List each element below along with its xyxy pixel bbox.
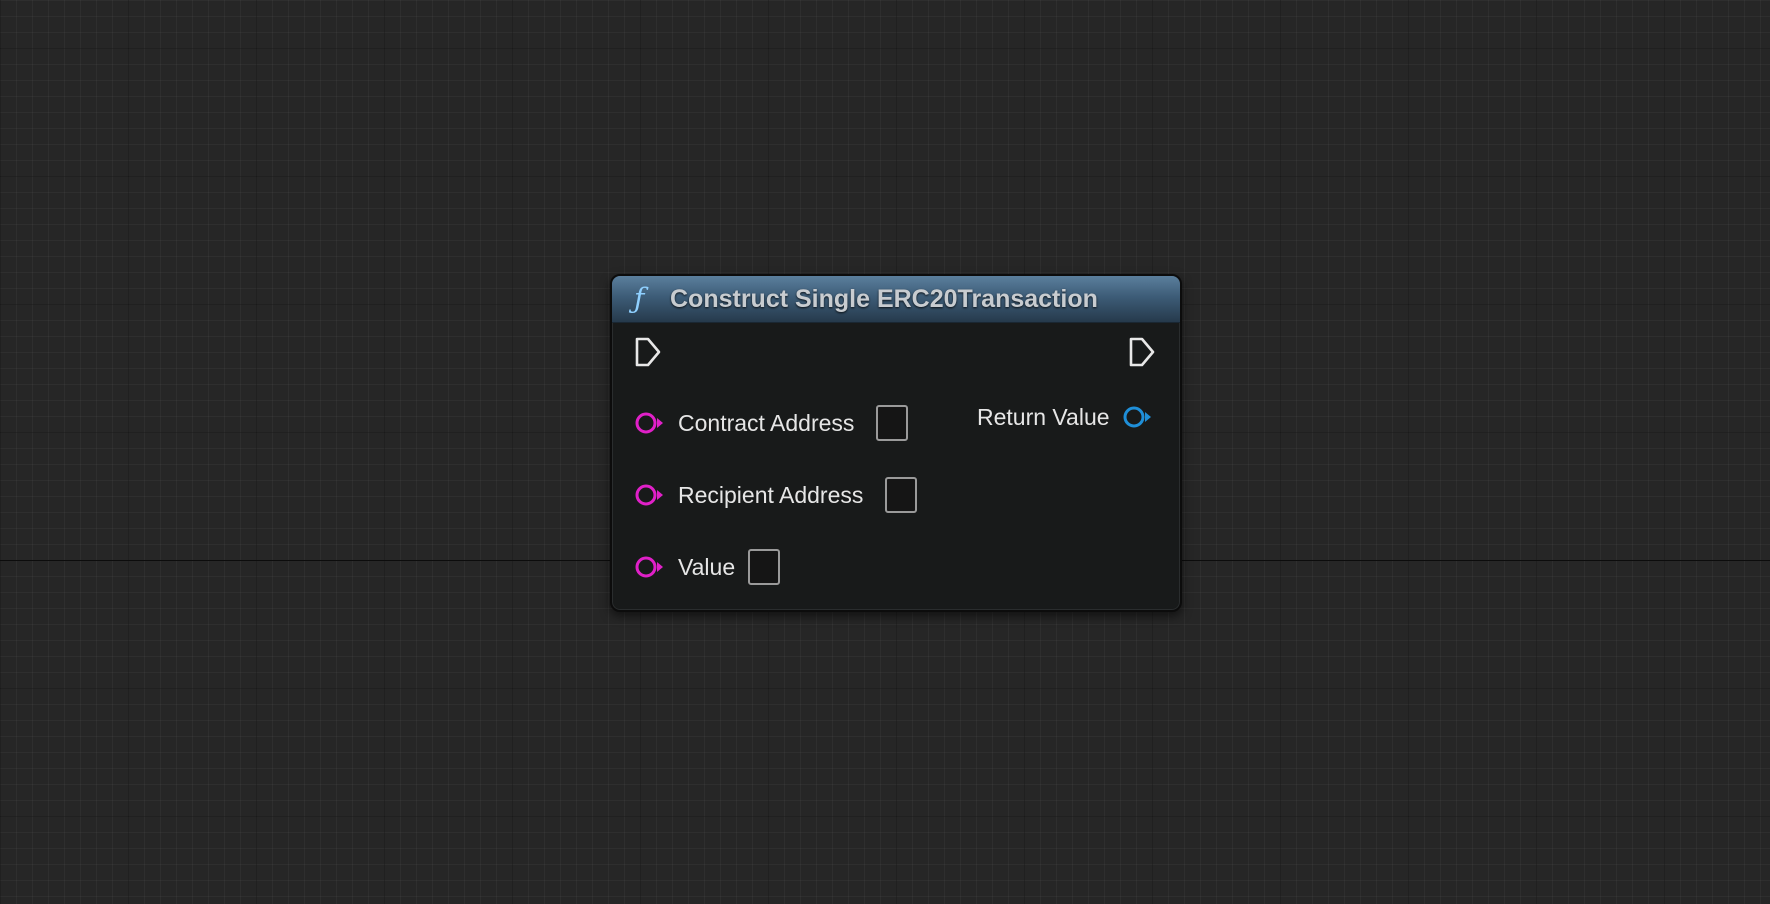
construct-erc20-transaction-node[interactable]: ƒ Construct Single ERC20Transaction Cont… xyxy=(610,274,1182,612)
node-title: Construct Single ERC20Transaction xyxy=(670,285,1098,313)
recipient-address-input[interactable] xyxy=(885,477,917,513)
contract-address-input[interactable] xyxy=(876,405,908,441)
value-input[interactable] xyxy=(748,549,780,585)
recipient-address-pin[interactable] xyxy=(634,482,666,508)
contract-address-label: Contract Address xyxy=(678,410,855,436)
exec-input-pin[interactable] xyxy=(634,336,662,368)
string-pin-icon xyxy=(635,484,663,506)
function-icon: ƒ xyxy=(634,282,645,315)
blueprint-graph-canvas[interactable]: ƒ Construct Single ERC20Transaction Cont… xyxy=(0,0,1770,904)
contract-address-pin[interactable] xyxy=(634,410,666,436)
exec-output-pin[interactable] xyxy=(1128,336,1156,368)
string-pin-icon xyxy=(635,412,663,434)
value-label: Value xyxy=(678,554,736,580)
return-value-pin[interactable] xyxy=(1122,404,1154,430)
exec-input-icon xyxy=(635,337,661,367)
string-pin-icon xyxy=(635,556,663,578)
recipient-address-label: Recipient Address xyxy=(678,482,864,508)
value-pin[interactable] xyxy=(634,554,666,580)
node-header[interactable]: ƒ Construct Single ERC20Transaction xyxy=(612,276,1180,323)
exec-output-icon xyxy=(1129,337,1155,367)
return-value-label: Return Value xyxy=(977,404,1110,430)
struct-pin-icon xyxy=(1123,406,1151,428)
